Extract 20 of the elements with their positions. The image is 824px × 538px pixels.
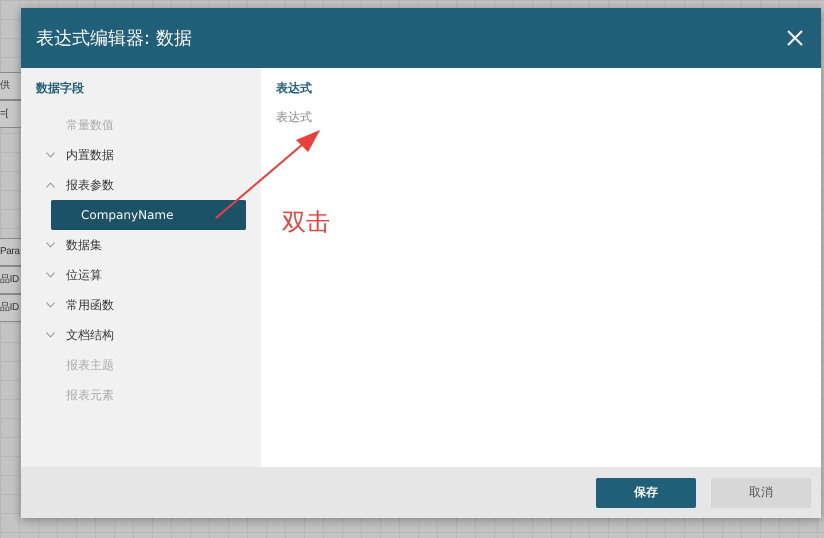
save-button[interactable]: 保存 [596,478,696,508]
close-button[interactable] [785,28,805,48]
editor-heading: 表达式 [276,80,313,97]
dialog-title: 表达式编辑器: 数据 [36,27,192,50]
cancel-button[interactable]: 取消 [711,478,811,508]
sidebar-heading: 数据字段 [36,80,85,97]
expression-field[interactable]: 表达式 [276,110,806,124]
tree-item[interactable]: 数据集 [36,230,246,260]
tree-item[interactable]: 报表参数 [36,170,246,200]
tree-item[interactable]: 文档结构 [36,320,246,350]
table-cell: Para [0,238,21,266]
tree-item[interactable]: 位运算 [36,260,246,290]
tree-item[interactable]: 内置数据 [36,140,246,170]
table-cell: 供 [0,72,21,100]
annotation-text: 双击 [282,207,330,238]
table-cell: =[ [0,100,21,128]
tree-item[interactable]: 常用函数 [36,290,246,320]
tree-item[interactable]: CompanyName [51,200,246,230]
table-cell: 品ID [0,266,21,294]
table-cell: 品ID [0,294,21,322]
